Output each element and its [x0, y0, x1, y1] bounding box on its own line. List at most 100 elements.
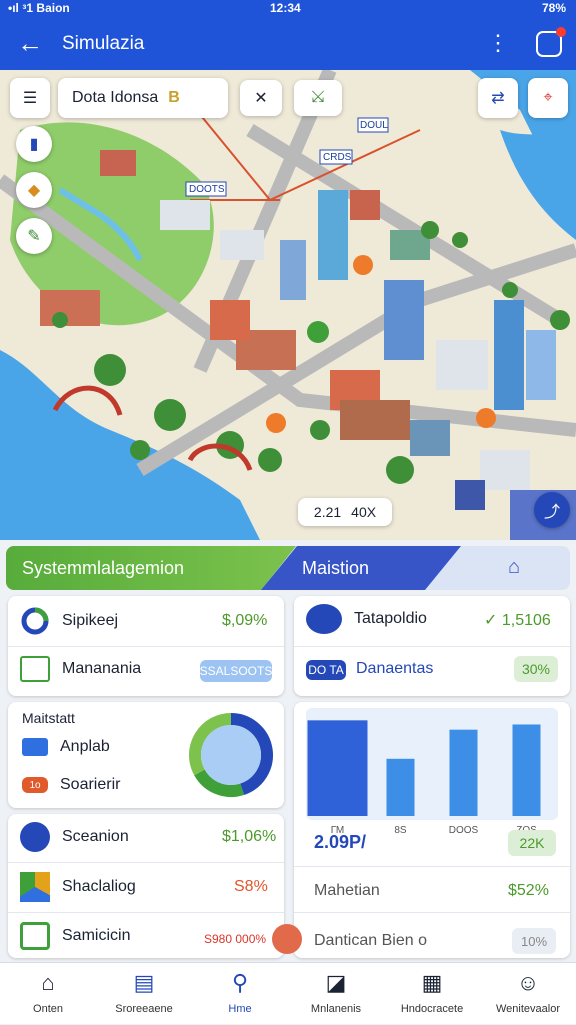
list-pill: 10%: [512, 928, 556, 954]
district-label: DOUL: [360, 120, 388, 131]
chart-tool-icon[interactable]: ▮: [16, 126, 52, 162]
tab-profile[interactable]: ☺ Wenitevaalor: [480, 963, 576, 1025]
list-value: S8%: [234, 878, 268, 895]
section-banner: Systemmlalagemion Maistion ⌂: [6, 546, 570, 590]
list-value: S980 000%: [204, 932, 267, 946]
user-icon: ☺: [516, 970, 540, 995]
app-header: ← Simulazia ⋮: [0, 18, 576, 70]
chart-icon: ◪: [325, 970, 347, 995]
layers-icon[interactable]: ☰: [10, 78, 50, 118]
bottom-nav: ⌂ Onten ▤ Sroreeaene ⚲ Hme ◪ Mnlanenis ▦ Hndo…: [0, 962, 576, 1024]
chart-bar[interactable]: [449, 729, 478, 816]
list-label[interactable]: Mahetian: [314, 882, 380, 900]
list-row[interactable]: Samicicin: [20, 922, 130, 950]
alert-dot-icon[interactable]: [272, 924, 302, 954]
route-icon[interactable]: ⇄: [478, 78, 518, 118]
notification-dot: [556, 27, 566, 37]
percent-pill: 30%: [514, 656, 558, 682]
tab-documents[interactable]: ▤ Sroreeaene: [96, 963, 192, 1025]
list-row[interactable]: Sceanion: [20, 822, 129, 852]
chart-bar[interactable]: [307, 720, 368, 816]
tab-reports[interactable]: ▦ Hndocracete: [384, 963, 480, 1025]
more-menu-icon[interactable]: ⋮: [484, 28, 512, 58]
location-pin-icon[interactable]: ⌖: [528, 78, 568, 118]
summary-label: Mananania: [62, 660, 142, 677]
left-list-card: Sceanion $1,06% Shaclaliog S8% Samicicin…: [8, 814, 302, 958]
chart-readout-pill: 22K: [508, 830, 556, 856]
district-label: DOOTS: [189, 184, 225, 195]
ring-chart-icon: [21, 607, 49, 635]
split-icon: ⤩: [311, 89, 325, 106]
search-badge: B: [168, 89, 180, 106]
close-tool-button[interactable]: ✕: [240, 80, 282, 116]
divider: [294, 912, 570, 913]
banner-right-label[interactable]: Maistion: [302, 558, 369, 579]
list-label: Sceanion: [62, 828, 129, 845]
status-bar: •ıl ᵌ1 Baion 12:34 78%: [0, 0, 576, 18]
chart-bar[interactable]: [512, 724, 541, 816]
list-value: $52%: [508, 882, 549, 899]
store-icon: [20, 656, 50, 682]
map-search-box[interactable]: Dota Idonsa B: [58, 78, 228, 118]
zoom-readout: 2.21 40X: [298, 498, 392, 526]
page-title: Simulazia: [62, 33, 145, 54]
tab-analytics[interactable]: ◪ Mnlanenis: [288, 963, 384, 1025]
clipboard-icon: ▦: [421, 970, 443, 995]
tab-map[interactable]: ⚲ Hme: [192, 963, 288, 1025]
recenter-icon[interactable]: ⤴: [534, 492, 570, 528]
carrier-label: •ıl ᵌ1 Baion: [8, 1, 70, 15]
summary-row[interactable]: Tatapoldio: [306, 604, 427, 634]
zoom-scale: 40X: [351, 504, 377, 520]
district-label: CRDS: [323, 152, 352, 163]
left-summary-card: Sipikeej $,09% Mananania SSALSOOTS: [8, 596, 284, 696]
legend-row[interactable]: 1o Soarierir: [22, 776, 120, 794]
divider: [8, 862, 284, 863]
donut-card: Maitstatt Anplab 1o Soarierir: [8, 702, 284, 808]
list-value: $1,06%: [222, 828, 277, 845]
chart-tick-label: 8S: [394, 825, 407, 836]
summary-row[interactable]: Mananania: [20, 656, 141, 682]
tab-label: Hndocracete: [400, 1003, 464, 1015]
summary-value: $,09%: [222, 612, 268, 629]
bookmark-icon[interactable]: ⌂: [508, 556, 520, 579]
divider: [8, 646, 284, 647]
split-tool-button[interactable]: ⤩: [294, 80, 342, 116]
tab-label: Wenitevaalor: [496, 1003, 560, 1015]
tab-label: Mnlanenis: [310, 1003, 362, 1015]
summary-label[interactable]: Danaentas: [356, 660, 433, 678]
right-summary-card: Tatapoldio ✓ 1,5106 DO TA Danaentas 30%: [294, 596, 570, 696]
tab-label: Onten: [33, 1003, 63, 1015]
legend-row[interactable]: Anplab: [22, 738, 110, 756]
legend-label: Anplab: [60, 738, 110, 755]
battery-label: 78%: [541, 1, 566, 15]
summary-number: 1,5106: [501, 612, 551, 629]
edit-tool-icon[interactable]: ✎: [16, 218, 52, 254]
notification-icon[interactable]: [536, 27, 566, 57]
map-illustration: [0, 70, 576, 540]
donut-center: [201, 725, 261, 785]
list-label: Samicicin: [62, 927, 131, 944]
clock-label: 12:34: [270, 1, 301, 15]
bar-chart-card: ГМ8SDOOSZOS 2.09Р/ 22K Mahetian $52% Dan…: [294, 702, 570, 958]
close-icon: ✕: [254, 90, 268, 107]
money-icon: [20, 922, 50, 950]
palette-icon[interactable]: ◆: [16, 172, 52, 208]
back-arrow-icon[interactable]: ←: [14, 28, 46, 58]
list-label[interactable]: Dantican Bien o: [314, 932, 427, 950]
list-row[interactable]: Shaclaliog: [20, 872, 136, 902]
divider: [294, 866, 570, 867]
map-pin-icon: ⚲: [231, 970, 249, 995]
data-badge: DO TA: [306, 660, 346, 680]
summary-value: ✓ 1,5106: [484, 612, 551, 629]
summary-row[interactable]: Sipikeej: [20, 606, 118, 636]
chart-bar[interactable]: [386, 758, 415, 816]
city-map[interactable]: DOUL CRDS DOOTS ☰ Dota Idonsa B ✕ ⤩ ⇄ ⌖ …: [0, 70, 576, 540]
divider: [294, 646, 570, 647]
chart-readout: 2.09Р/: [314, 832, 368, 852]
tab-home[interactable]: ⌂ Onten: [0, 963, 96, 1025]
document-icon: ▤: [133, 970, 155, 995]
banner-left-label[interactable]: Systemmlalagemion: [22, 558, 184, 579]
fan-icon: [306, 604, 342, 634]
tab-label: Sroreeaene: [115, 1003, 173, 1015]
summary-label: Tatapoldio: [354, 610, 427, 627]
